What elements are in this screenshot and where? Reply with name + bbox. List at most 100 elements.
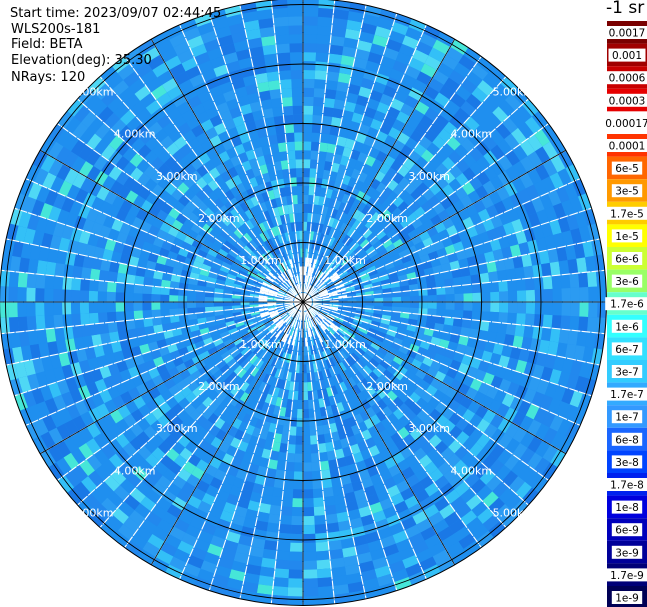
range-gate-cell [507, 279, 517, 292]
range-gate-cell [274, 25, 289, 36]
ring-label: 3.00km [156, 170, 198, 183]
colorbar-tick-label: 0.0003 [609, 95, 646, 107]
range-gate-cell [88, 290, 99, 302]
range-gate-cell [533, 314, 544, 328]
range-gate-cell [320, 469, 331, 480]
range-gate-cell [72, 325, 83, 339]
range-gate-cell [295, 444, 303, 454]
range-gate-cell [89, 312, 99, 325]
range-gate-cell [315, 541, 330, 552]
range-gate-cell [44, 315, 55, 330]
ring-label: 4.00km [451, 128, 493, 141]
range-gate-cell [303, 203, 309, 213]
range-gate-cell [325, 80, 338, 91]
ring-label: 5.00km [72, 506, 114, 519]
range-gate-cell [133, 284, 144, 294]
range-gate-cell [8, 286, 18, 302]
range-gate-cell [317, 586, 334, 597]
range-gate-cell [525, 289, 536, 302]
range-gate-cell [303, 551, 317, 561]
range-gate-cell [115, 282, 126, 293]
range-gate-cell [365, 298, 375, 302]
range-gate-cell [62, 276, 73, 290]
range-gate-cell [36, 329, 48, 344]
range-gate-cell [98, 269, 110, 282]
range-gate-cell [490, 291, 500, 302]
range-gate-cell [311, 123, 322, 134]
range-gate-cell [541, 327, 552, 342]
range-gate-cell [323, 97, 336, 109]
range-gate-cell [293, 471, 303, 481]
range-gate-cell [98, 312, 108, 324]
range-gate-cell [303, 524, 316, 535]
range-gate-cell [81, 267, 92, 280]
range-gate-cell [288, 34, 303, 44]
range-gate-cell [317, 7, 334, 18]
range-gate-cell [303, 185, 310, 196]
range-gate-cell [481, 292, 491, 302]
range-gate-cell [532, 326, 543, 340]
colorbar-tick-label: 0.0006 [609, 73, 646, 85]
range-gate-cell [107, 321, 118, 333]
range-gate-cell [292, 489, 303, 499]
range-gate-cell [330, 557, 345, 569]
ppi-plot: 1.00km 1.00km 1.00km 1.00km 2.00km 2.00km 2.00… [0, 0, 647, 607]
range-gate-cell [470, 274, 481, 285]
range-gate-cell [549, 261, 561, 276]
range-gate-cell [303, 498, 314, 508]
range-gate-cell [272, 7, 289, 18]
range-gate-cell [17, 316, 28, 332]
range-gate-cell [143, 317, 154, 328]
range-gate-cell [287, 7, 303, 17]
range-gate-cell [297, 203, 303, 213]
range-gate-cell [277, 142, 288, 153]
range-gate-cell [330, 35, 345, 47]
range-gate-cell [303, 408, 310, 419]
colorbar-tick-label: 1.7e-6 [610, 299, 644, 311]
colorbar-tick-label: 1e-9 [615, 593, 639, 605]
range-gate-cell [35, 302, 45, 317]
range-gate-cell [291, 506, 303, 517]
range-gate-cell [276, 52, 291, 63]
range-gate-cell [454, 302, 464, 311]
colorbar-tick-label: 6e-5 [615, 163, 639, 175]
range-gate-cell [275, 559, 290, 570]
range-gate-cell [275, 43, 290, 54]
range-gate-cell [71, 277, 82, 291]
ring-label: 4.00km [114, 464, 156, 477]
ring-label: 3.00km [408, 170, 450, 183]
range-gate-cell [262, 108, 274, 119]
range-gate-cell [552, 288, 562, 302]
range-gate-cell [595, 270, 607, 287]
range-gate-cell [418, 302, 428, 309]
range-gate-cell [276, 541, 291, 552]
range-gate-cell [283, 114, 294, 125]
range-gate-cell [392, 302, 402, 308]
range-gate-cell [282, 488, 294, 499]
range-gate-cell [204, 296, 214, 302]
range-gate-cell [558, 329, 570, 344]
range-gate-cell [278, 523, 292, 534]
range-gate-cell [445, 294, 455, 302]
range-gate-cell [45, 328, 57, 343]
range-gate-cell [79, 290, 90, 302]
range-gate-cell [295, 168, 303, 178]
range-gate-cell [323, 495, 336, 507]
range-gate-cell [488, 271, 499, 283]
ring-label: 4.00km [114, 128, 156, 141]
range-gate-cell [436, 294, 446, 302]
range-gate-cell [383, 302, 393, 307]
range-gate-cell [63, 264, 74, 278]
range-gate-cell [277, 451, 288, 462]
range-gate-cell [551, 315, 562, 330]
range-gate-cell [62, 314, 73, 328]
range-gate-cell [479, 320, 490, 332]
range-gate-cell [268, 513, 281, 524]
range-gate-cell [542, 314, 553, 329]
range-gate-cell [579, 287, 589, 302]
range-gate-cell [472, 292, 482, 302]
range-gate-cell [318, 142, 329, 153]
range-gate-cell [471, 310, 482, 321]
nrays-label: NRays: 120 [11, 70, 86, 85]
range-gate-cell [328, 53, 343, 64]
